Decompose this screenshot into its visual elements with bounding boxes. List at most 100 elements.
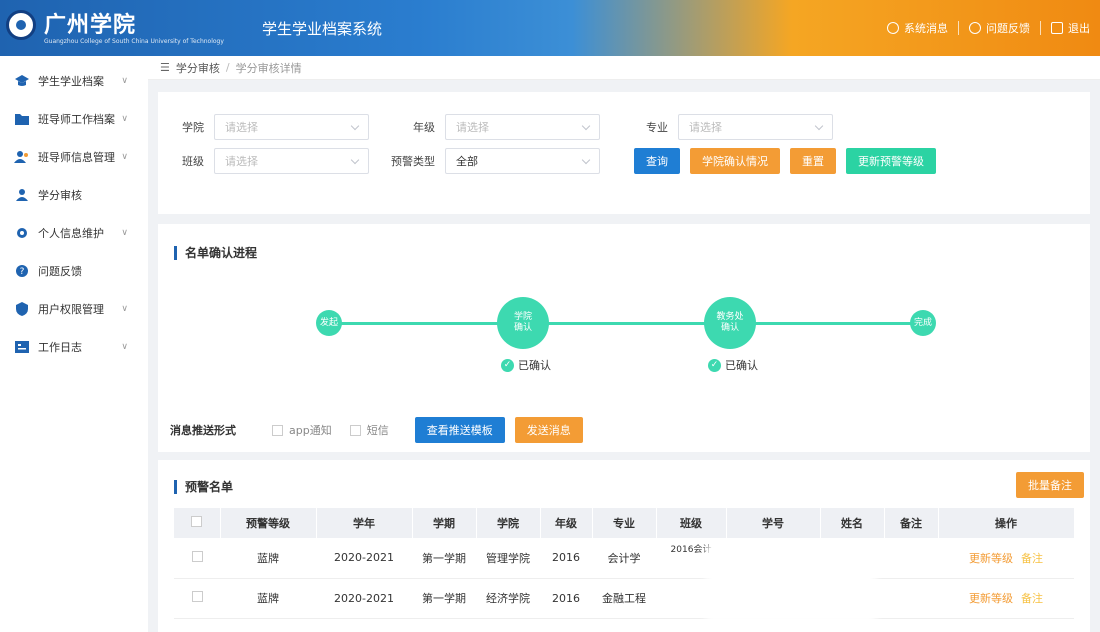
col-class: 班级 (656, 508, 727, 538)
chevron-down-icon: ∨ (121, 228, 128, 238)
sidebar-item-feedback[interactable]: ? 问题反馈 (0, 252, 148, 290)
filter-row-1: 学院 请选择 年级 请选择 专业 请选择 (158, 114, 833, 140)
sidebar-item-personal-info[interactable]: 个人信息维护 ∨ (0, 214, 148, 252)
grade-label: 年级 (413, 121, 435, 134)
major-label: 专业 (646, 121, 668, 134)
note-link[interactable]: 备注 (1021, 592, 1043, 605)
help-icon (969, 22, 981, 34)
sidebar-item-work-log[interactable]: 工作日志 ∨ (0, 328, 148, 366)
system-message-link[interactable]: 系统消息 (877, 20, 958, 36)
chevron-down-icon: ∨ (121, 304, 128, 314)
app-notify-label: app通知 (289, 424, 332, 437)
term-cell: 第一学期 (412, 538, 476, 579)
sidebar-item-label: 问题反馈 (38, 265, 82, 278)
push-options: 消息推送形式 app通知 短信 查看推送模板 发送消息 (170, 417, 593, 443)
row-checkbox[interactable] (174, 578, 220, 619)
shield-icon (14, 302, 30, 316)
warn-type-label: 预警类型 (391, 155, 435, 168)
col-major: 专业 (592, 508, 657, 538)
sidebar-item-label: 工作日志 (38, 341, 82, 354)
confirm-progress-panel: 名单确认进程 发起 学院 确认 教务处 确认 完成 ✓ 已确认 ✓ 已确认 消息推送… (158, 224, 1090, 452)
breadcrumb-separator: / (225, 61, 230, 74)
sms-checkbox[interactable]: 短信 (349, 422, 389, 438)
major-cell: 会计学 (592, 538, 656, 579)
app-notify-checkbox[interactable]: app通知 (272, 422, 332, 438)
warn-level-cell[interactable]: 蓝牌 (220, 578, 316, 619)
logout-label: 退出 (1068, 22, 1090, 35)
chevron-down-icon: ∨ (121, 342, 128, 352)
graduation-icon (14, 74, 30, 88)
year-cell: 2020-2021 (316, 538, 412, 579)
warn-type-select[interactable]: 全部 (445, 148, 600, 174)
college-cell: 经济学院 (476, 578, 540, 619)
step-college-confirm: 学院 确认 (497, 297, 549, 349)
class-label: 班级 (182, 155, 204, 168)
filter-row-2: 班级 请选择 预警类型 全部 查询 学院确认情况 重置 更新预警等级 (158, 148, 946, 174)
push-label: 消息推送形式 (170, 424, 236, 437)
sidebar-item-permissions[interactable]: 用户权限管理 ∨ (0, 290, 148, 328)
query-button[interactable]: 查询 (634, 148, 680, 174)
view-template-button[interactable]: 查看推送模板 (414, 417, 505, 443)
school-logo (6, 10, 36, 40)
redaction-overlay (706, 544, 876, 624)
system-title: 学生学业档案系统 (262, 20, 383, 38)
sidebar-item-student-archive[interactable]: 学生学业档案 ∨ (0, 62, 148, 100)
school-name: 广州学院 (44, 12, 137, 38)
note-cell (884, 538, 938, 579)
academic-confirmed: ✓ 已确认 (708, 357, 758, 373)
col-student-id: 学号 (726, 508, 821, 538)
col-term: 学期 (412, 508, 477, 538)
question-icon: ? (14, 264, 30, 278)
logout-link[interactable]: 退出 (1041, 20, 1100, 36)
update-level-button[interactable]: 更新预警等级 (846, 148, 936, 174)
batch-note-button[interactable]: 批量备注 (1016, 472, 1084, 498)
log-icon (14, 340, 30, 354)
feedback-link[interactable]: 问题反馈 (959, 20, 1040, 36)
sidebar-item-label: 个人信息维护 (38, 227, 104, 240)
confirmed-text: 已确认 (725, 359, 758, 372)
class-select[interactable]: 请选择 (214, 148, 369, 174)
row-checkbox[interactable] (174, 538, 220, 579)
menu-toggle-icon[interactable]: ☰ (160, 61, 170, 74)
college-select[interactable]: 请选择 (214, 114, 369, 140)
note-link[interactable]: 备注 (1021, 552, 1043, 565)
col-note: 备注 (884, 508, 939, 538)
year-cell: 2020-2021 (316, 578, 412, 619)
user-check-icon (14, 188, 30, 202)
grade-select[interactable]: 请选择 (445, 114, 600, 140)
send-message-button[interactable]: 发送消息 (514, 417, 583, 443)
breadcrumb: ☰ 学分审核 / 学分审核详情 (148, 56, 1100, 80)
bell-icon (887, 22, 899, 34)
users-icon (14, 150, 30, 164)
update-level-link[interactable]: 更新等级 (969, 552, 1013, 565)
chevron-down-icon: ∨ (121, 114, 128, 124)
header-actions: 系统消息 问题反馈 退出 (877, 16, 1100, 40)
breadcrumb-current: 学分审核详情 (235, 61, 302, 75)
col-warn-level: 预警等级 (220, 508, 317, 538)
update-level-link[interactable]: 更新等级 (969, 592, 1013, 605)
term-cell: 第一学期 (412, 578, 476, 619)
college-label: 学院 (182, 121, 204, 134)
warn-level-cell[interactable]: 蓝牌 (220, 538, 316, 579)
col-name: 姓名 (820, 508, 885, 538)
col-college: 学院 (476, 508, 541, 538)
main-content: ☰ 学分审核 / 学分审核详情 学院 请选择 年级 请选择 专业 请选择 班级 … (148, 56, 1100, 632)
system-message-label: 系统消息 (904, 22, 948, 35)
sidebar-item-tutor-archive[interactable]: 班导师工作档案 ∨ (0, 100, 148, 138)
reset-button[interactable]: 重置 (790, 148, 836, 174)
confirm-status-button[interactable]: 学院确认情况 (690, 148, 780, 174)
sidebar-item-credit-review[interactable]: 学分审核 (0, 176, 148, 214)
breadcrumb-root[interactable]: 学分审核 (176, 60, 220, 76)
table-row: 蓝牌 2020-2021 第一学期 管理学院 2016 会计学 2016会计 更… (174, 538, 1074, 579)
step-complete: 完成 (910, 310, 936, 336)
check-icon: ✓ (708, 358, 721, 372)
logout-icon (1051, 22, 1063, 34)
step-academic-confirm: 教务处 确认 (704, 297, 756, 349)
warning-table: 预警等级 学年 学期 学院 年级 专业 班级 学号 姓名 备注 操作 蓝牌 20… (174, 508, 1075, 619)
actions-cell: 更新等级 备注 (938, 538, 1074, 579)
sidebar-item-tutor-info[interactable]: 班导师信息管理 ∨ (0, 138, 148, 176)
folder-icon (14, 112, 30, 126)
top-header: 广州学院 Guangzhou College of South China Un… (0, 0, 1100, 56)
major-select[interactable]: 请选择 (678, 114, 833, 140)
select-all-checkbox[interactable] (174, 508, 221, 538)
